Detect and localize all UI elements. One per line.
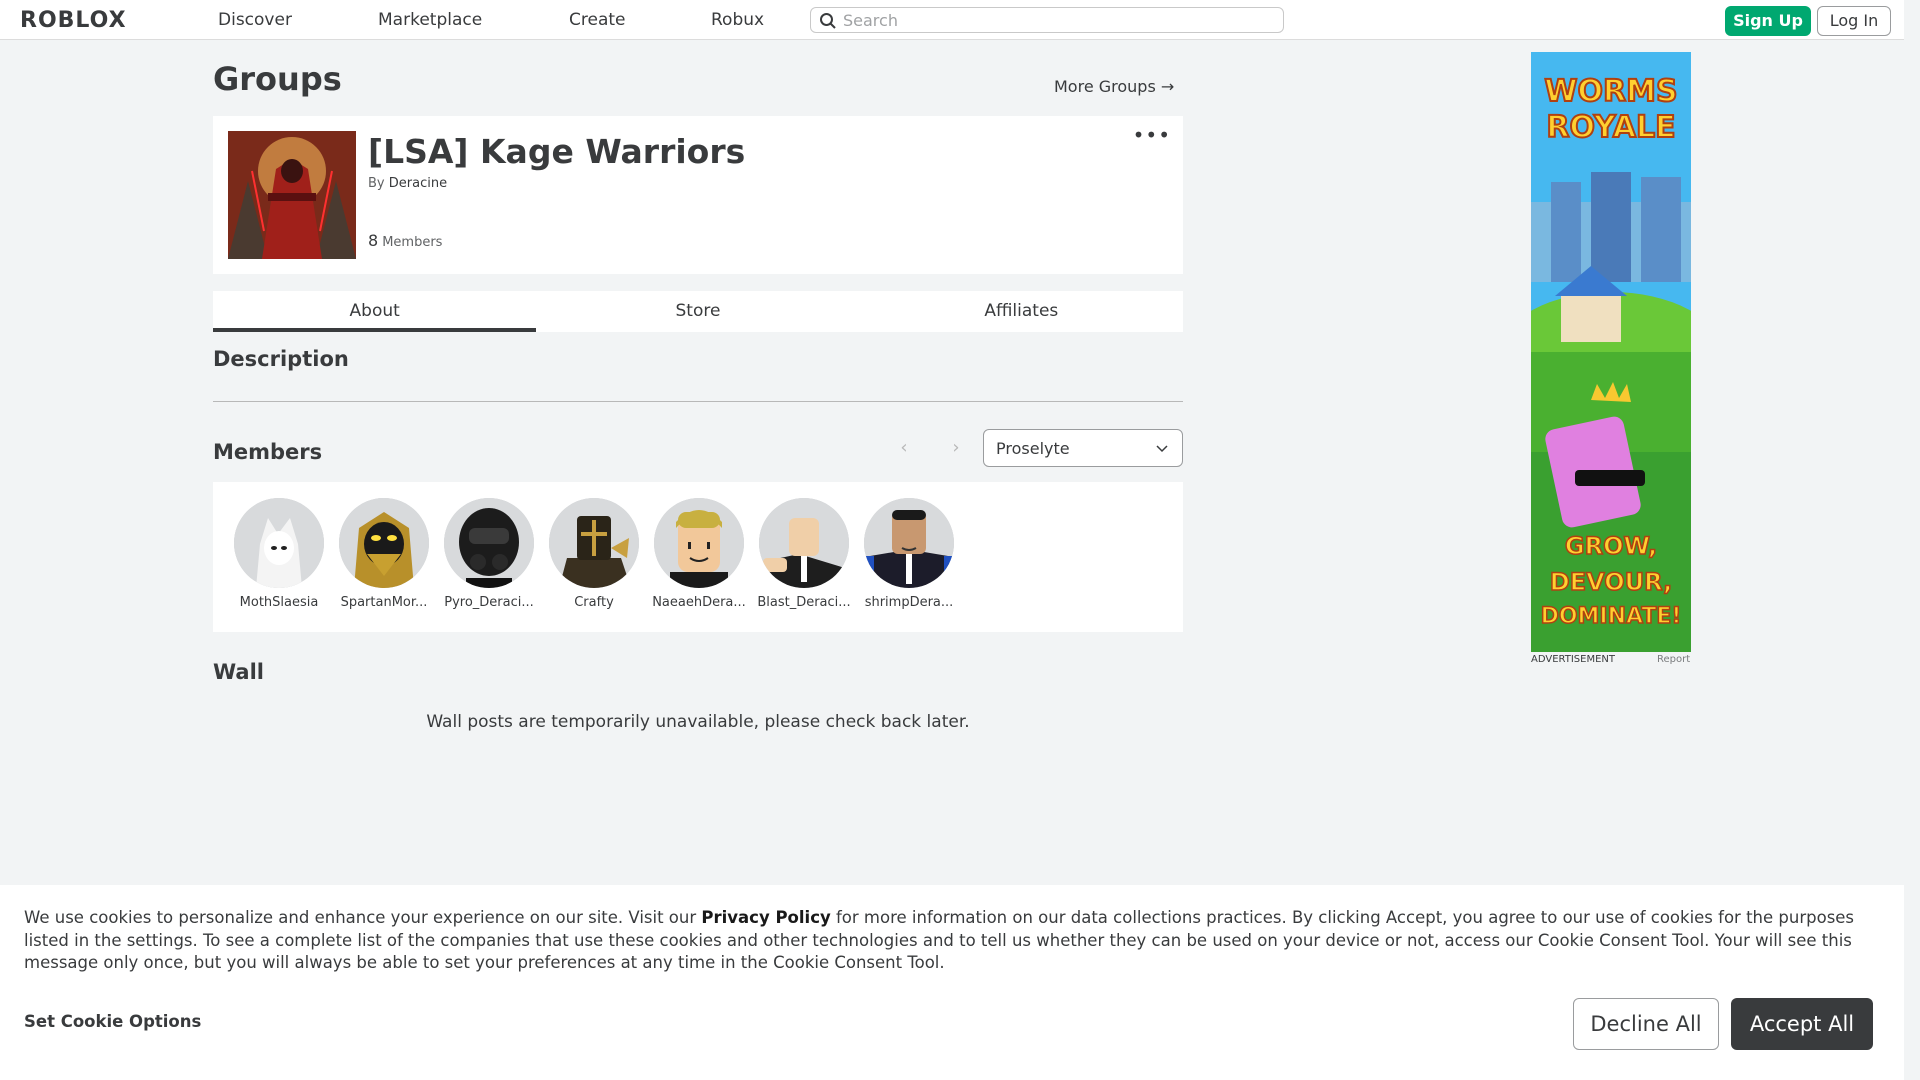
report-ad-link[interactable]: Report [1657, 654, 1690, 665]
privacy-policy-link[interactable]: Privacy Policy [701, 908, 830, 927]
decline-all-button[interactable]: Decline All [1573, 998, 1719, 1050]
accept-all-button[interactable]: Accept All [1731, 998, 1873, 1050]
tab-store[interactable]: Store [536, 291, 859, 332]
members-prev-page-button[interactable]: ‹ [889, 434, 919, 462]
ad-tagline-1: GROW, [1564, 531, 1658, 561]
member-name: Blast_Deraci... [757, 595, 851, 610]
role-select-dropdown[interactable]: Proselyte [983, 429, 1183, 467]
member-name: NaeaehDera... [652, 595, 746, 610]
role-select-value: Proselyte [996, 439, 1070, 458]
top-navigation-bar: ROBLOX Discover Marketplace Create Robux… [0, 0, 1920, 40]
members-label: Members [382, 235, 443, 250]
advertisement-banner[interactable]: WORMS ROYALE GROW, DEVOUR, DOMINATE! [1531, 52, 1691, 652]
set-cookie-options-link[interactable]: Set Cookie Options [24, 1012, 201, 1031]
member-avatar [234, 498, 324, 588]
member-avatar [759, 498, 849, 588]
description-divider [213, 401, 1183, 402]
group-name: [LSA] Kage Warriors [368, 132, 746, 171]
wall-heading: Wall [213, 660, 264, 684]
log-in-button[interactable]: Log In [1817, 6, 1891, 36]
tab-affiliates[interactable]: Affiliates [860, 291, 1183, 332]
more-options-icon[interactable]: ••• [1133, 125, 1171, 145]
page-scrollbar[interactable] [1904, 0, 1920, 1080]
group-emblem-image [228, 131, 356, 259]
member-avatar [339, 498, 429, 588]
cookie-consent-banner: We use cookies to personalize and enhanc… [0, 885, 1904, 1080]
member-avatar [864, 498, 954, 588]
member-count-value: 8 [368, 231, 379, 250]
ad-tagline-2: DEVOUR, [1549, 567, 1673, 597]
member-name: Crafty [574, 595, 614, 610]
ad-tagline-3: DOMINATE! [1540, 603, 1682, 630]
group-owner-line: By Deracine [368, 176, 447, 191]
description-heading: Description [213, 347, 349, 371]
member-avatar [654, 498, 744, 588]
members-list: MothSlaesia SpartanMor... Pyro_Deraci...… [213, 482, 1183, 632]
member-tile[interactable]: MothSlaesia [229, 498, 329, 610]
sign-up-button[interactable]: Sign Up [1725, 6, 1811, 36]
cookie-consent-text: We use cookies to personalize and enhanc… [24, 907, 1880, 975]
nav-link-create[interactable]: Create [569, 10, 626, 30]
cookie-text-part-1: We use cookies to personalize and enhanc… [24, 908, 702, 927]
member-name: SpartanMor... [340, 595, 428, 610]
member-avatar [549, 498, 639, 588]
member-tile[interactable]: shrimpDera... [859, 498, 959, 610]
member-name: Pyro_Deraci... [444, 595, 534, 610]
search-input[interactable] [843, 9, 1273, 31]
wall-unavailable-message: Wall posts are temporarily unavailable, … [426, 712, 970, 732]
page-title: Groups [213, 60, 342, 98]
tab-about[interactable]: About [213, 291, 537, 332]
more-groups-link[interactable]: More Groups → [1054, 77, 1174, 96]
roblox-logo[interactable]: ROBLOX [20, 8, 127, 33]
group-member-count: 8 Members [368, 231, 442, 250]
search-icon [820, 13, 836, 29]
member-tile[interactable]: SpartanMor... [334, 498, 434, 610]
members-heading: Members [213, 440, 323, 464]
by-label: By [368, 176, 385, 191]
member-tile[interactable]: Blast_Deraci... [754, 498, 854, 610]
members-next-page-button[interactable]: › [941, 434, 971, 462]
group-header-card: [LSA] Kage Warriors By Deracine 8 Members… [213, 116, 1183, 274]
search-box[interactable] [810, 7, 1284, 33]
member-name: MothSlaesia [239, 595, 319, 610]
member-tile[interactable]: Pyro_Deraci... [439, 498, 539, 610]
member-name: shrimpDera... [864, 595, 954, 610]
member-avatar [444, 498, 534, 588]
nav-link-marketplace[interactable]: Marketplace [378, 10, 482, 30]
group-owner-link[interactable]: Deracine [389, 176, 447, 191]
group-tabs: About Store Affiliates [213, 291, 1183, 332]
nav-link-discover[interactable]: Discover [218, 10, 292, 30]
nav-link-robux[interactable]: Robux [711, 10, 764, 30]
member-tile[interactable]: Crafty [544, 498, 644, 610]
advertisement-label: ADVERTISEMENT [1531, 654, 1616, 665]
ad-headline-2: ROYALE [1545, 109, 1676, 146]
member-tile[interactable]: NaeaehDera... [649, 498, 749, 610]
chevron-down-icon [1156, 445, 1168, 453]
ad-headline-1: WORMS [1543, 73, 1678, 110]
